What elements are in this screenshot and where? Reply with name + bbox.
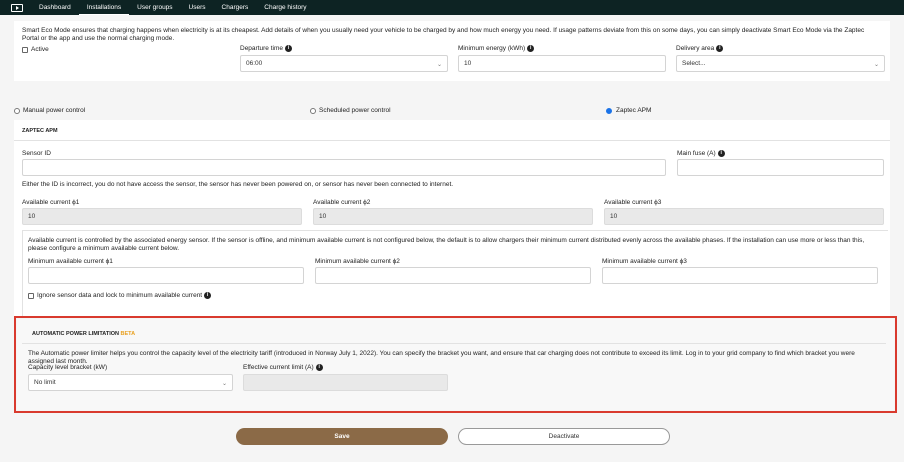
eco-active-checkbox[interactable] (22, 47, 28, 53)
available-current-1-value: 10 (22, 208, 302, 225)
apm-heading: ZAPTEC APM (22, 128, 58, 134)
main-fuse-label: Main fuse (A) i (677, 150, 725, 157)
nav-users[interactable]: Users (181, 0, 214, 15)
main-fuse-input[interactable] (677, 159, 884, 176)
nav-charge-history[interactable]: Charge history (256, 0, 314, 15)
info-icon[interactable]: i (716, 45, 724, 52)
min-current-info: Available current is controlled by the a… (28, 237, 865, 252)
info-icon[interactable]: i (285, 45, 292, 52)
min-energy-label: Minimum energy (kWh) i (458, 45, 535, 52)
info-icon[interactable]: i (204, 292, 212, 299)
available-current-1-label: Available current ϕ1 (22, 199, 80, 206)
available-current-3-label: Available current ϕ3 (604, 199, 662, 206)
ignore-sensor-label: Ignore sensor data and lock to minimum a… (37, 292, 212, 299)
top-nav: Dashboard Installations User groups User… (0, 0, 904, 15)
highlight-box (14, 316, 897, 413)
apm-heading-divider (14, 140, 890, 141)
play-screen-icon[interactable] (11, 3, 23, 12)
eco-description: Smart Eco Mode ensures that charging hap… (22, 27, 865, 42)
min-current-3-input[interactable] (602, 267, 878, 284)
manual-power-label: Manual power control (23, 107, 86, 114)
info-icon[interactable]: i (527, 45, 535, 52)
delivery-area-label: Delivery area i (676, 45, 724, 52)
departure-time-label: Departure time i (240, 45, 292, 52)
zaptec-apm-radio[interactable] (606, 108, 612, 114)
min-current-2-input[interactable] (315, 267, 591, 284)
sensor-id-label: Sensor ID (22, 150, 51, 157)
min-energy-input[interactable]: 10 (458, 55, 666, 72)
min-current-2-label: Minimum available current ϕ2 (315, 258, 400, 265)
min-current-1-label: Minimum available current ϕ1 (28, 258, 113, 265)
nav-user-groups[interactable]: User groups (129, 0, 180, 15)
available-current-2-value: 10 (313, 208, 593, 225)
manual-power-radio[interactable] (14, 108, 20, 114)
available-current-2-label: Available current ϕ2 (313, 199, 371, 206)
nav-dashboard[interactable]: Dashboard (31, 0, 79, 15)
chevron-down-icon: ⌄ (873, 62, 879, 68)
delivery-area-select[interactable]: Select... ⌄ (676, 55, 885, 72)
zaptec-apm-label: Zaptec APM (616, 107, 652, 114)
min-current-1-input[interactable] (28, 267, 304, 284)
nav-installations[interactable]: Installations (78, 0, 130, 15)
departure-time-select[interactable]: 06:00 ⌄ (240, 55, 448, 72)
scheduled-power-radio[interactable] (310, 108, 316, 114)
sensor-error-text: Either the ID is incorrect, you do not h… (22, 181, 454, 188)
ignore-sensor-checkbox[interactable] (28, 293, 34, 299)
min-current-3-label: Minimum available current ϕ3 (602, 258, 687, 265)
info-icon[interactable]: i (717, 150, 725, 157)
available-current-3-value: 10 (604, 208, 884, 225)
eco-active-label: Active (31, 46, 49, 53)
save-button[interactable]: Save (236, 428, 448, 445)
scheduled-power-label: Scheduled power control (319, 107, 391, 114)
chevron-down-icon: ⌄ (436, 62, 442, 68)
nav-chargers[interactable]: Chargers (214, 0, 257, 15)
deactivate-button[interactable]: Deactivate (458, 428, 670, 445)
sensor-id-input[interactable] (22, 159, 666, 176)
